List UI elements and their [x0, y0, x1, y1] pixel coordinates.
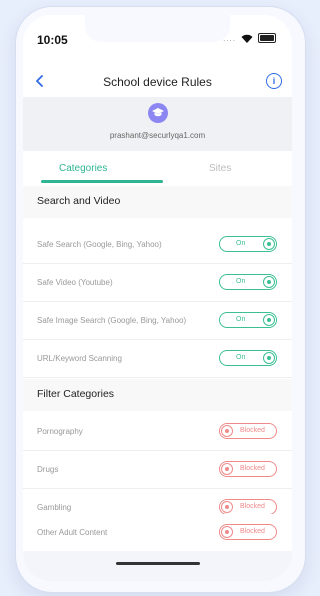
toggle-switch[interactable]: Blocked: [219, 524, 277, 540]
tab-categories[interactable]: Categories: [59, 163, 107, 174]
avatar: [148, 103, 168, 123]
rule-label: Safe Image Search (Google, Bing, Yahoo): [37, 315, 187, 325]
list-item: Safe Video (Youtube) On: [23, 264, 292, 302]
toggle-knob: [221, 425, 233, 437]
rule-label: Safe Search (Google, Bing, Yahoo): [37, 239, 162, 249]
toggle-switch[interactable]: On: [219, 274, 277, 290]
signal-dots: ....: [223, 33, 236, 43]
profile-banner: prashant@securlyqa1.com: [23, 97, 292, 151]
toggle-switch[interactable]: Blocked: [219, 423, 277, 439]
section-header-filter-categories: Filter Categories: [23, 379, 292, 411]
page-title: School device Rules: [103, 75, 212, 89]
list-item: Pornography Blocked: [23, 413, 292, 451]
category-label: Other Adult Content: [37, 527, 108, 537]
app-header: School device Rules i: [23, 67, 292, 97]
toggle-knob: [263, 238, 275, 250]
info-icon[interactable]: i: [266, 73, 282, 89]
active-tab-indicator: [41, 180, 163, 183]
status-icons: ....: [223, 33, 276, 43]
toggle-state: On: [236, 316, 246, 323]
bottom-safe-area: [23, 551, 292, 581]
category-label: Drugs: [37, 464, 59, 474]
list-item: Safe Search (Google, Bing, Yahoo) On: [23, 226, 292, 264]
rule-label: URL/Keyword Scanning: [37, 353, 122, 363]
list-item: Other Adult Content Blocked: [23, 514, 292, 552]
toggle-switch[interactable]: On: [219, 236, 277, 252]
rule-label: Safe Video (Youtube): [37, 277, 113, 287]
list-item: Drugs Blocked: [23, 451, 292, 489]
toggle-knob: [221, 501, 233, 513]
wifi-icon: [241, 34, 253, 43]
app-screen: 10:05 .... School device Rules i prashan…: [23, 15, 292, 581]
toggle-knob: [263, 276, 275, 288]
tab-sites[interactable]: Sites: [209, 163, 231, 174]
section-title: Filter Categories: [37, 388, 115, 400]
toggle-knob: [221, 463, 233, 475]
battery-icon: [258, 33, 276, 43]
toggle-state: On: [236, 354, 246, 361]
tab-bar: Categories Sites: [23, 151, 292, 185]
list-item: Safe Image Search (Google, Bing, Yahoo) …: [23, 302, 292, 340]
list-item: URL/Keyword Scanning On: [23, 340, 292, 378]
toggle-state: Blocked: [240, 503, 265, 510]
toggle-switch[interactable]: On: [219, 350, 277, 366]
category-label: Pornography: [37, 426, 83, 436]
toggle-state: Blocked: [240, 528, 265, 535]
section-header-search-video: Search and Video: [23, 186, 292, 218]
toggle-state: Blocked: [240, 465, 265, 472]
toggle-state: On: [236, 278, 246, 285]
home-indicator[interactable]: [116, 562, 200, 565]
toggle-state: On: [236, 240, 246, 247]
profile-email: prashant@securlyqa1.com: [109, 131, 206, 140]
toggle-knob: [263, 314, 275, 326]
status-time: 10:05: [37, 33, 68, 47]
toggle-switch[interactable]: Blocked: [219, 461, 277, 477]
device-notch: [85, 15, 230, 42]
graduation-cap-icon: [152, 108, 164, 117]
toggle-switch[interactable]: On: [219, 312, 277, 328]
section-title: Search and Video: [37, 195, 121, 207]
toggle-switch[interactable]: Blocked: [219, 499, 277, 515]
toggle-knob: [221, 526, 233, 538]
toggle-knob: [263, 352, 275, 364]
toggle-state: Blocked: [240, 427, 265, 434]
